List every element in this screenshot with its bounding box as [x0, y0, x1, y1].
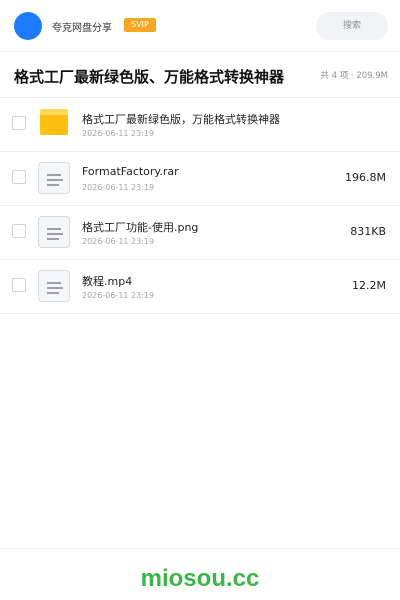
file-name: 格式工厂最新绿色版，万能格式转换神器	[82, 113, 280, 126]
file-size: 831KB	[350, 225, 386, 238]
select-checkbox[interactable]	[12, 116, 26, 130]
folder-icon	[40, 109, 68, 135]
file-list: 格式工厂最新绿色版，万能格式转换神器 2026-06-11 23:19 Form…	[0, 98, 400, 314]
list-item[interactable]: 格式工厂最新绿色版，万能格式转换神器 2026-06-11 23:19	[0, 98, 400, 152]
file-date: 2026-06-11 23:19	[82, 237, 155, 246]
list-item[interactable]: 格式工厂功能-使用.png 2026-06-11 23:19 831KB	[0, 206, 400, 260]
page-title: 格式工厂最新绿色版、万能格式转换神器	[14, 68, 285, 86]
file-name: FormatFactory.rar	[82, 165, 179, 178]
select-checkbox[interactable]	[12, 170, 26, 184]
file-icon	[38, 162, 70, 194]
file-size: 12.2M	[352, 279, 386, 292]
svip-badge: SVIP	[124, 18, 156, 32]
select-checkbox[interactable]	[12, 224, 26, 238]
share-summary: 共 4 项 · 209.9M	[320, 71, 388, 81]
file-icon	[38, 270, 70, 302]
select-checkbox[interactable]	[12, 278, 26, 292]
footer: miosou.cc	[0, 548, 400, 600]
file-name: 教程.mp4	[82, 275, 133, 288]
file-date: 2026-06-11 23:19	[82, 129, 155, 138]
share-owner-name: 夸克网盘分享	[52, 23, 112, 34]
brand-logo: miosou.cc	[140, 565, 260, 592]
list-item[interactable]: 教程.mp4 2026-06-11 23:19 12.2M	[0, 260, 400, 314]
list-item[interactable]: FormatFactory.rar 2026-06-11 23:19 196.8…	[0, 152, 400, 206]
top-bar: 夸克网盘分享 SVIP 搜索	[0, 0, 400, 52]
avatar[interactable]	[14, 12, 42, 40]
file-icon	[38, 216, 70, 248]
file-size: 196.8M	[345, 171, 386, 184]
file-name: 格式工厂功能-使用.png	[82, 221, 199, 234]
share-title-bar: 格式工厂最新绿色版、万能格式转换神器 共 4 项 · 209.9M	[0, 52, 400, 98]
file-date: 2026-06-11 23:19	[82, 183, 155, 192]
search-input[interactable]: 搜索	[316, 12, 388, 40]
file-date: 2026-06-11 23:19	[82, 291, 155, 300]
